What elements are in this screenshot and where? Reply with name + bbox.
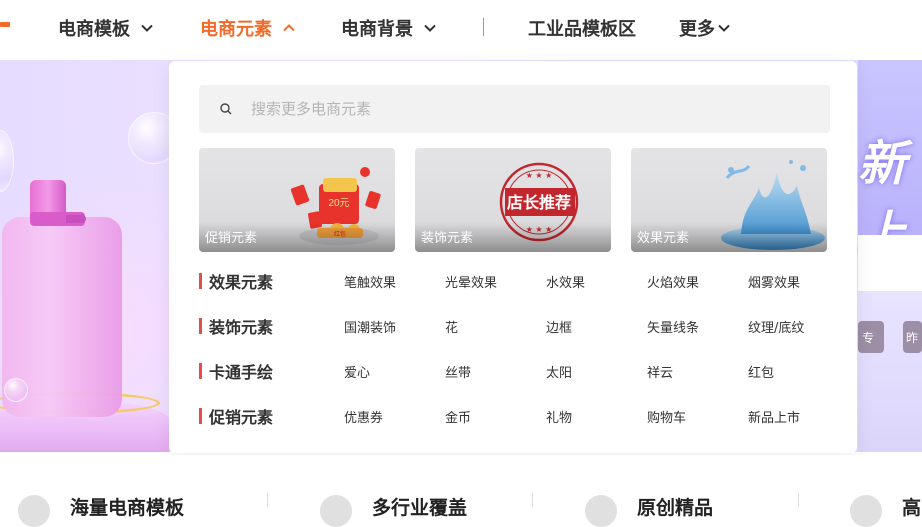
category-marker <box>199 318 202 334</box>
feature-divider <box>532 493 533 507</box>
chevron-down-icon <box>717 21 731 35</box>
category-link[interactable]: 边框 <box>546 313 572 339</box>
category-link[interactable]: 丝带 <box>445 358 471 384</box>
side-banner-top[interactable]: 新上 <box>858 60 922 262</box>
side-tag-label: 昨 <box>906 330 919 345</box>
feature-label: 海量电商模板 <box>70 497 185 519</box>
category-link[interactable]: 国潮装饰 <box>344 313 396 339</box>
category-title-label: 装饰元素 <box>209 318 274 337</box>
search-icon[interactable] <box>219 102 233 116</box>
category-link[interactable]: 爱心 <box>344 358 370 384</box>
category-link[interactable]: 光晕效果 <box>445 268 497 294</box>
chevron-up-icon <box>282 21 296 35</box>
feature-label: 高 <box>902 497 922 519</box>
search-input[interactable] <box>249 99 813 119</box>
logo-fragment[interactable] <box>0 22 10 27</box>
category-marker <box>199 363 202 379</box>
category-title[interactable]: 卡通手绘 <box>199 358 273 384</box>
category-marker <box>199 273 202 289</box>
chevron-down-icon <box>423 21 437 35</box>
svg-text:★ ★ ★: ★ ★ ★ <box>526 171 553 180</box>
category-link[interactable]: 祥云 <box>647 358 673 384</box>
feature-label: 多行业覆盖 <box>372 497 468 519</box>
nav-item-label: 更多 <box>679 19 715 40</box>
category-title[interactable]: 效果元素 <box>199 268 273 294</box>
side-banner-bottom[interactable] <box>858 291 922 452</box>
feature-icon <box>850 495 882 527</box>
feature-divider <box>267 493 268 507</box>
category-link[interactable]: 火焰效果 <box>647 268 699 294</box>
feature-label: 原创精品 <box>637 497 714 519</box>
category-link[interactable]: 优惠券 <box>344 403 383 429</box>
side-spacer <box>858 235 922 291</box>
red-packet-amount: 20元 <box>328 198 349 209</box>
nav-item-label: 电商背景 <box>341 19 413 40</box>
nav-item-backgrounds[interactable]: 电商背景 <box>341 14 437 42</box>
feature-icon <box>18 495 50 527</box>
thumbnail-caption: 效果元素 <box>637 231 690 246</box>
nav-item-templates[interactable]: 电商模板 <box>58 14 154 42</box>
nav-item-more[interactable]: 更多 <box>679 14 731 42</box>
nav-item-industrial[interactable]: 工业品模板区 <box>528 14 636 42</box>
feature-divider <box>798 493 799 507</box>
chevron-down-icon <box>140 21 154 35</box>
category-link[interactable]: 矢量线条 <box>647 313 699 339</box>
feature-strip: 海量电商模板 多行业覆盖 原创精品 高 <box>0 455 922 527</box>
thumbnail-effect-elements[interactable]: 效果元素 <box>631 148 827 252</box>
nav-divider <box>483 18 484 36</box>
category-link[interactable]: 烟雾效果 <box>748 268 800 294</box>
category-link[interactable]: 礼物 <box>546 403 572 429</box>
stamp-text: 店长推荐 <box>507 193 571 212</box>
category-link[interactable]: 新品上市 <box>748 403 800 429</box>
nav-item-label: 电商元素 <box>200 19 272 40</box>
category-link[interactable]: 水效果 <box>546 268 585 294</box>
category-title[interactable]: 装饰元素 <box>199 313 273 339</box>
category-marker <box>199 408 202 424</box>
nav-item-label: 电商模板 <box>58 19 130 40</box>
category-row-promo: 促销元素 优惠券 金币 礼物 购物车 新品上市 <box>199 403 839 429</box>
bottle-nozzle <box>66 215 86 223</box>
category-title-label: 卡通手绘 <box>209 363 274 382</box>
element-search-box[interactable] <box>199 85 830 133</box>
elements-dropdown-panel: 20元 红包 促销元素 店长推荐 ★ ★ ★ ★ ★ ★ 装饰元素 <box>169 61 857 453</box>
category-link[interactable]: 笔触效果 <box>344 268 396 294</box>
category-link[interactable]: 红包 <box>748 358 774 384</box>
side-tag-button[interactable]: 昨 <box>903 321 922 353</box>
category-row-cartoon: 卡通手绘 爱心 丝带 太阳 祥云 红包 <box>199 358 839 384</box>
thumbnail-promo-elements[interactable]: 20元 红包 促销元素 <box>199 148 395 252</box>
nav-item-label: 工业品模板区 <box>528 19 636 40</box>
side-tag-label: 专 <box>862 330 875 345</box>
thumbnail-decor-elements[interactable]: 店长推荐 ★ ★ ★ ★ ★ ★ 装饰元素 <box>415 148 611 252</box>
nav-item-elements[interactable]: 电商元素 <box>200 14 296 42</box>
category-row-effects: 效果元素 笔触效果 光晕效果 水效果 火焰效果 烟雾效果 <box>199 268 839 294</box>
feature-icon <box>320 495 352 527</box>
category-link[interactable]: 纹理/底纹 <box>748 313 804 339</box>
category-title-label: 促销元素 <box>209 408 274 427</box>
bubble-decoration <box>0 130 14 192</box>
category-link[interactable]: 购物车 <box>647 403 686 429</box>
category-link[interactable]: 太阳 <box>546 358 572 384</box>
side-tag-button[interactable]: 专 <box>858 321 884 353</box>
category-link[interactable]: 金币 <box>445 403 471 429</box>
top-nav: 电商模板 电商元素 电商背景 工业品模板区 更多 <box>0 0 922 56</box>
category-link[interactable]: 花 <box>445 313 458 339</box>
feature-icon <box>585 495 617 527</box>
bubble-decoration <box>4 378 28 402</box>
thumbnail-caption: 促销元素 <box>205 231 258 246</box>
category-title-label: 效果元素 <box>209 273 274 292</box>
category-title[interactable]: 促销元素 <box>199 403 273 429</box>
thumbnail-caption: 装饰元素 <box>421 231 474 246</box>
category-row-decor: 装饰元素 国潮装饰 花 边框 矢量线条 纹理/底纹 <box>199 313 839 339</box>
